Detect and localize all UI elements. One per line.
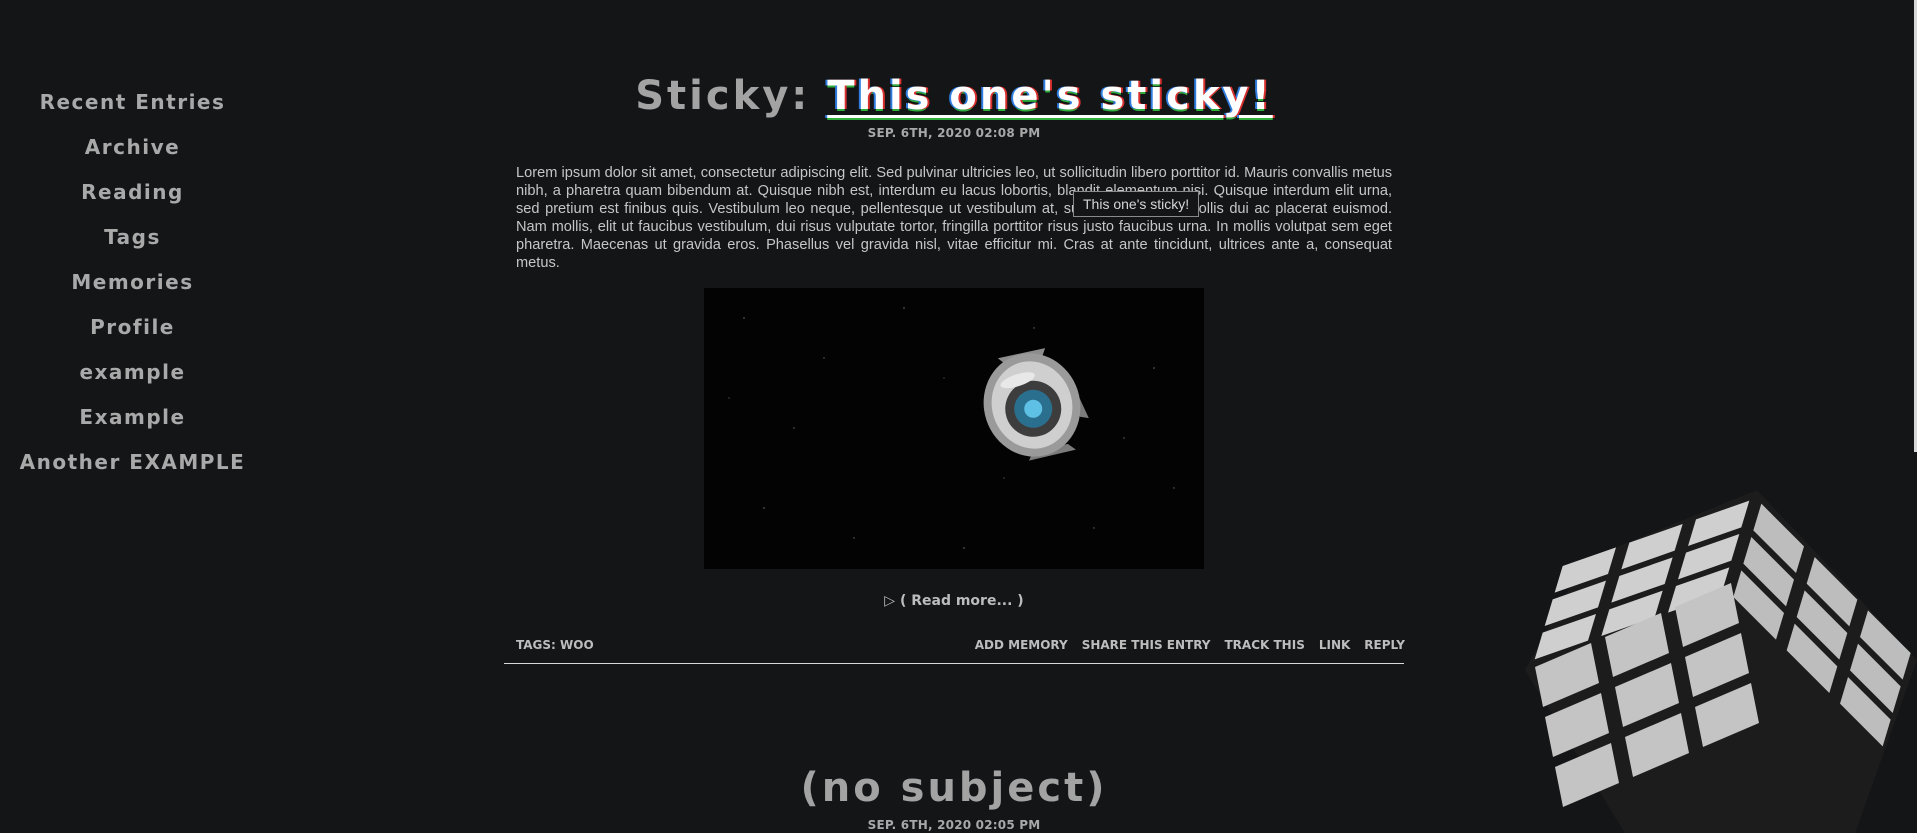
permalink-link[interactable]: LINK [1319, 638, 1350, 652]
reply-link[interactable]: REPLY [1364, 638, 1405, 652]
triangle-right-icon: ▷ [884, 593, 896, 609]
read-more-link[interactable]: ▷ ( Read more... ) [504, 593, 1404, 609]
sidebar-item-another-example[interactable]: Another EXAMPLE [20, 442, 246, 487]
entry-tags[interactable]: TAGS: WOO [504, 638, 594, 652]
entry-footer: TAGS: WOO ADD MEMORY SHARE THIS ENTRY TR… [504, 638, 1405, 664]
sidebar-item-example[interactable]: example [79, 352, 185, 397]
sidebar-item-archive[interactable]: Archive [85, 127, 180, 172]
entry-actions: ADD MEMORY SHARE THIS ENTRY TRACK THIS L… [975, 638, 1405, 652]
entry-date: SEP. 6TH, 2020 02:05 PM [867, 818, 1041, 832]
sticky-prefix: Sticky: [635, 73, 811, 119]
share-entry-link[interactable]: SHARE THIS ENTRY [1082, 638, 1211, 652]
space-core-graphic [704, 288, 1204, 569]
read-more-label: ( Read more... ) [899, 593, 1024, 609]
sidebar-item-tags[interactable]: Tags [104, 217, 161, 262]
sidebar-item-reading[interactable]: Reading [81, 172, 184, 217]
entry-no-subject: (no subject) SEP. 6TH, 2020 02:05 PM [504, 760, 1404, 832]
entry-title-link[interactable]: This one's sticky! [827, 73, 1273, 119]
entry-sticky: Sticky: This one's sticky! SEP. 6TH, 202… [504, 68, 1405, 664]
entry-title: (no subject) [800, 765, 1108, 811]
sidebar-item-profile[interactable]: Profile [90, 307, 175, 352]
sidebar-nav: Recent Entries Archive Reading Tags Memo… [0, 82, 265, 487]
sidebar-item-example-2[interactable]: Example [79, 397, 185, 442]
entry-date: SEP. 6TH, 2020 02:08 PM [867, 126, 1041, 140]
entry-title: Sticky: This one's sticky! [504, 68, 1404, 124]
entry-body: Lorem ipsum dolor sit amet, consectetur … [516, 165, 1392, 271]
title-tooltip: This one's sticky! [1073, 191, 1200, 217]
add-memory-link[interactable]: ADD MEMORY [975, 638, 1068, 652]
sidebar-item-recent-entries[interactable]: Recent Entries [40, 82, 226, 127]
space-core-image [704, 288, 1204, 569]
track-link[interactable]: TRACK THIS [1225, 638, 1305, 652]
sidebar-item-memories[interactable]: Memories [71, 262, 193, 307]
rubiks-cube-icon [1525, 490, 1917, 833]
